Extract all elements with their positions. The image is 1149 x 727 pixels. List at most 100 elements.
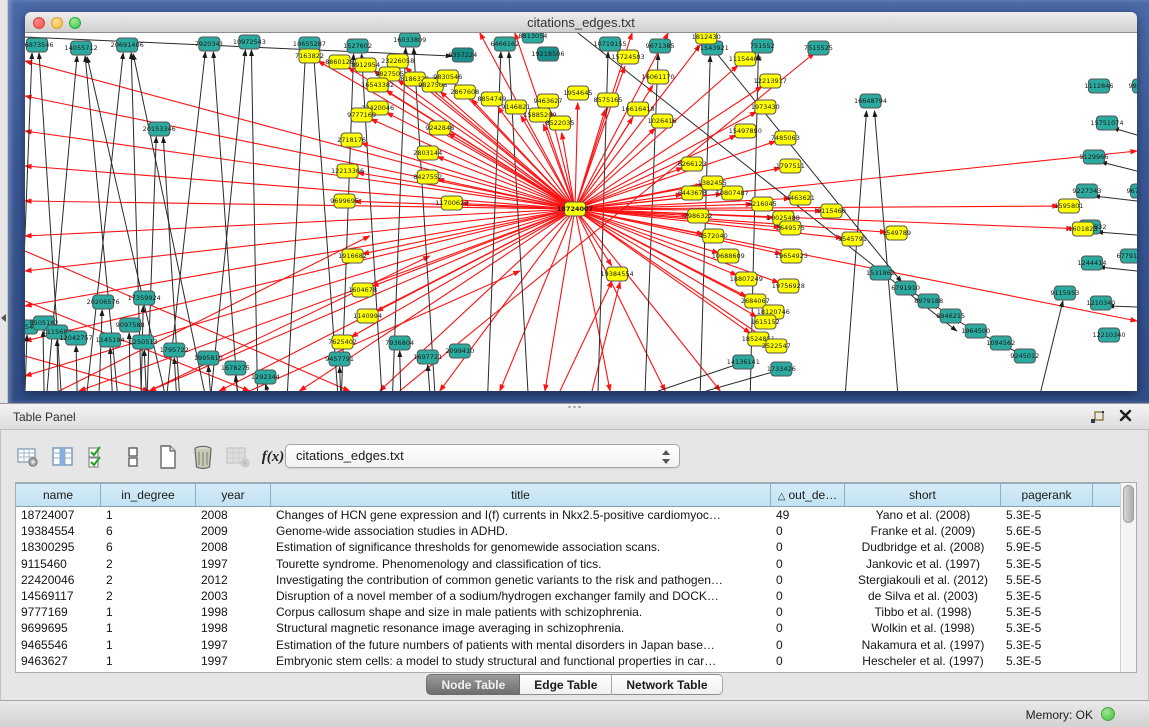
graph-node[interactable]: 15724503 [612,50,645,64]
table-row[interactable]: 946554611997Estimation of the future num… [16,637,1120,653]
table-cell[interactable]: Changes of HCN gene expression and I(f) … [271,507,771,523]
graph-node[interactable]: 16648794 [854,94,887,108]
table-cell[interactable]: 0 [771,653,845,669]
table-cell[interactable]: 0 [771,604,845,620]
column-header-title[interactable]: title [271,483,771,506]
graph-node[interactable]: 1527602 [343,39,372,53]
graph-node[interactable]: 1140994 [353,309,382,323]
table-cell[interactable]: 0 [771,620,845,636]
graph-node[interactable]: 4572040 [699,229,728,243]
table-settings-icon[interactable] [15,444,41,470]
graph-node[interactable]: 9777169 [347,108,376,122]
column-header-pagerank[interactable]: pagerank [1001,483,1093,506]
graph-node[interactable]: 1795722 [160,343,189,357]
graph-node[interactable]: 9699695 [330,194,359,208]
table-cell[interactable]: 1 [101,620,196,636]
column-header-out-degree[interactable]: △out_de… [771,483,845,506]
graph-node[interactable]: 9918812 [1129,79,1137,93]
table-cell[interactable]: 5.5E-5 [1001,572,1093,588]
table-cell[interactable]: 5.3E-5 [1001,507,1093,523]
graph-node[interactable]: 12210340 [1092,328,1125,342]
graph-node[interactable]: 9463627 [533,94,562,108]
graph-node[interactable]: 8427552 [413,170,442,184]
table-cell[interactable]: 1998 [196,620,271,636]
table-cell[interactable]: 5.3E-5 [1001,653,1093,669]
graph-node[interactable]: 9830546 [433,70,462,84]
table-cell[interactable]: 19384554 [16,523,101,539]
table-cell[interactable]: 1 [101,507,196,523]
graph-node[interactable]: 19218506 [531,47,564,61]
table-cell[interactable]: 9463627 [16,653,101,669]
memory-status-icon[interactable] [1101,707,1115,721]
table-cell[interactable]: Tourette syndrome. Phenomenology and cla… [271,556,771,572]
table-cell[interactable]: 9465546 [16,637,101,653]
table-cell[interactable]: 5.3E-5 [1001,620,1093,636]
graph-node[interactable]: 1292344 [251,370,280,384]
graph-node[interactable]: 7515525 [804,41,833,55]
table-row[interactable]: 969969511998Structural magnetic resonanc… [16,620,1120,636]
graph-node[interactable]: 1549789 [882,226,911,240]
graph-node[interactable]: 6779132 [1116,249,1137,263]
graph-node[interactable]: 2867608 [450,85,479,99]
table-cell[interactable]: 5.9E-5 [1001,539,1093,555]
graph-node[interactable]: 8813054 [518,33,547,43]
graph-node[interactable]: 9227343 [1072,184,1101,198]
table-cell[interactable]: Estimation of the future numbers of pati… [271,637,771,653]
graph-node[interactable]: 1604678 [348,283,377,297]
graph-node[interactable]: 1964500 [961,324,990,338]
table-cell[interactable]: Yano et al. (2008) [845,507,1001,523]
graph-node[interactable]: 20206576 [87,295,120,309]
table-cell[interactable]: Disruption of a novel member of a sodium… [271,588,771,604]
table-cell[interactable]: Franke et al. (2009) [845,523,1001,539]
graph-node[interactable]: 11154408 [729,52,762,66]
row-height-icon[interactable] [120,444,146,470]
table-cell[interactable]: 0 [771,539,845,555]
table-cell[interactable]: 5.3E-5 [1001,604,1093,620]
graph-node[interactable]: 16616418 [622,102,655,116]
graph-node[interactable]: 2099410 [445,344,474,358]
graph-node[interactable]: 7625402 [328,335,357,349]
table-row[interactable]: 1938455462009Genome-wide association stu… [16,523,1120,539]
column-header-name[interactable]: name [16,483,101,506]
graph-node[interactable]: 4463621 [786,191,815,205]
tab-node-table[interactable]: Node Table [426,674,520,695]
table-row[interactable]: 1872400712008Changes of HCN gene express… [16,507,1120,523]
graph-node[interactable]: 1026416 [648,114,677,128]
table-cell[interactable]: 2 [101,556,196,572]
graph-node[interactable]: 2803144 [413,146,442,160]
graph-node[interactable]: 1145194 [96,333,125,347]
table-cell[interactable]: 0 [771,523,845,539]
graph-node[interactable]: 19384554 [601,267,634,281]
graph-node[interactable]: 19654923 [775,249,808,263]
graph-node[interactable]: 1531862 [866,266,895,280]
graph-node[interactable]: 23226058 [381,54,414,68]
table-cell[interactable]: 18724007 [16,507,101,523]
graph-node[interactable]: 751552 [750,39,775,53]
table-cell[interactable]: Investigating the contribution of common… [271,572,771,588]
table-cell[interactable]: Jankovic et al. (1997) [845,556,1001,572]
delete-icon[interactable] [190,444,216,470]
graph-node[interactable]: 9545791 [838,232,867,246]
collapse-arrow-icon[interactable] [1,314,6,322]
table-cell[interactable]: 0 [771,572,845,588]
table-cell[interactable]: 2 [101,572,196,588]
table-cell[interactable]: 0 [771,637,845,653]
table-cell[interactable]: 1997 [196,653,271,669]
graph-node[interactable]: 1094562 [986,336,1015,350]
table-cell[interactable]: Tibbo et al. (1998) [845,604,1001,620]
graph-node[interactable]: 1210340 [1086,296,1115,310]
table-cell[interactable]: 2009 [196,523,271,539]
table-cell[interactable]: Nakamura et al. (1997) [845,637,1001,653]
table-cell[interactable]: 1998 [196,604,271,620]
function-builder-icon[interactable]: f(x) [260,444,286,470]
graph-node[interactable]: 7163822 [295,49,324,63]
graph-node[interactable]: 9457791 [325,352,354,366]
table-cell[interactable]: 1 [101,604,196,620]
table-cell[interactable]: 22420046 [16,572,101,588]
graph-node[interactable]: 9242848 [425,121,454,135]
table-cell[interactable]: Genome-wide association studies in ADHD. [271,523,771,539]
table-cell[interactable]: 9699695 [16,620,101,636]
graph-node[interactable]: 1973430 [751,100,780,114]
table-cell[interactable]: 1997 [196,637,271,653]
table-cell[interactable]: 0 [771,588,845,604]
